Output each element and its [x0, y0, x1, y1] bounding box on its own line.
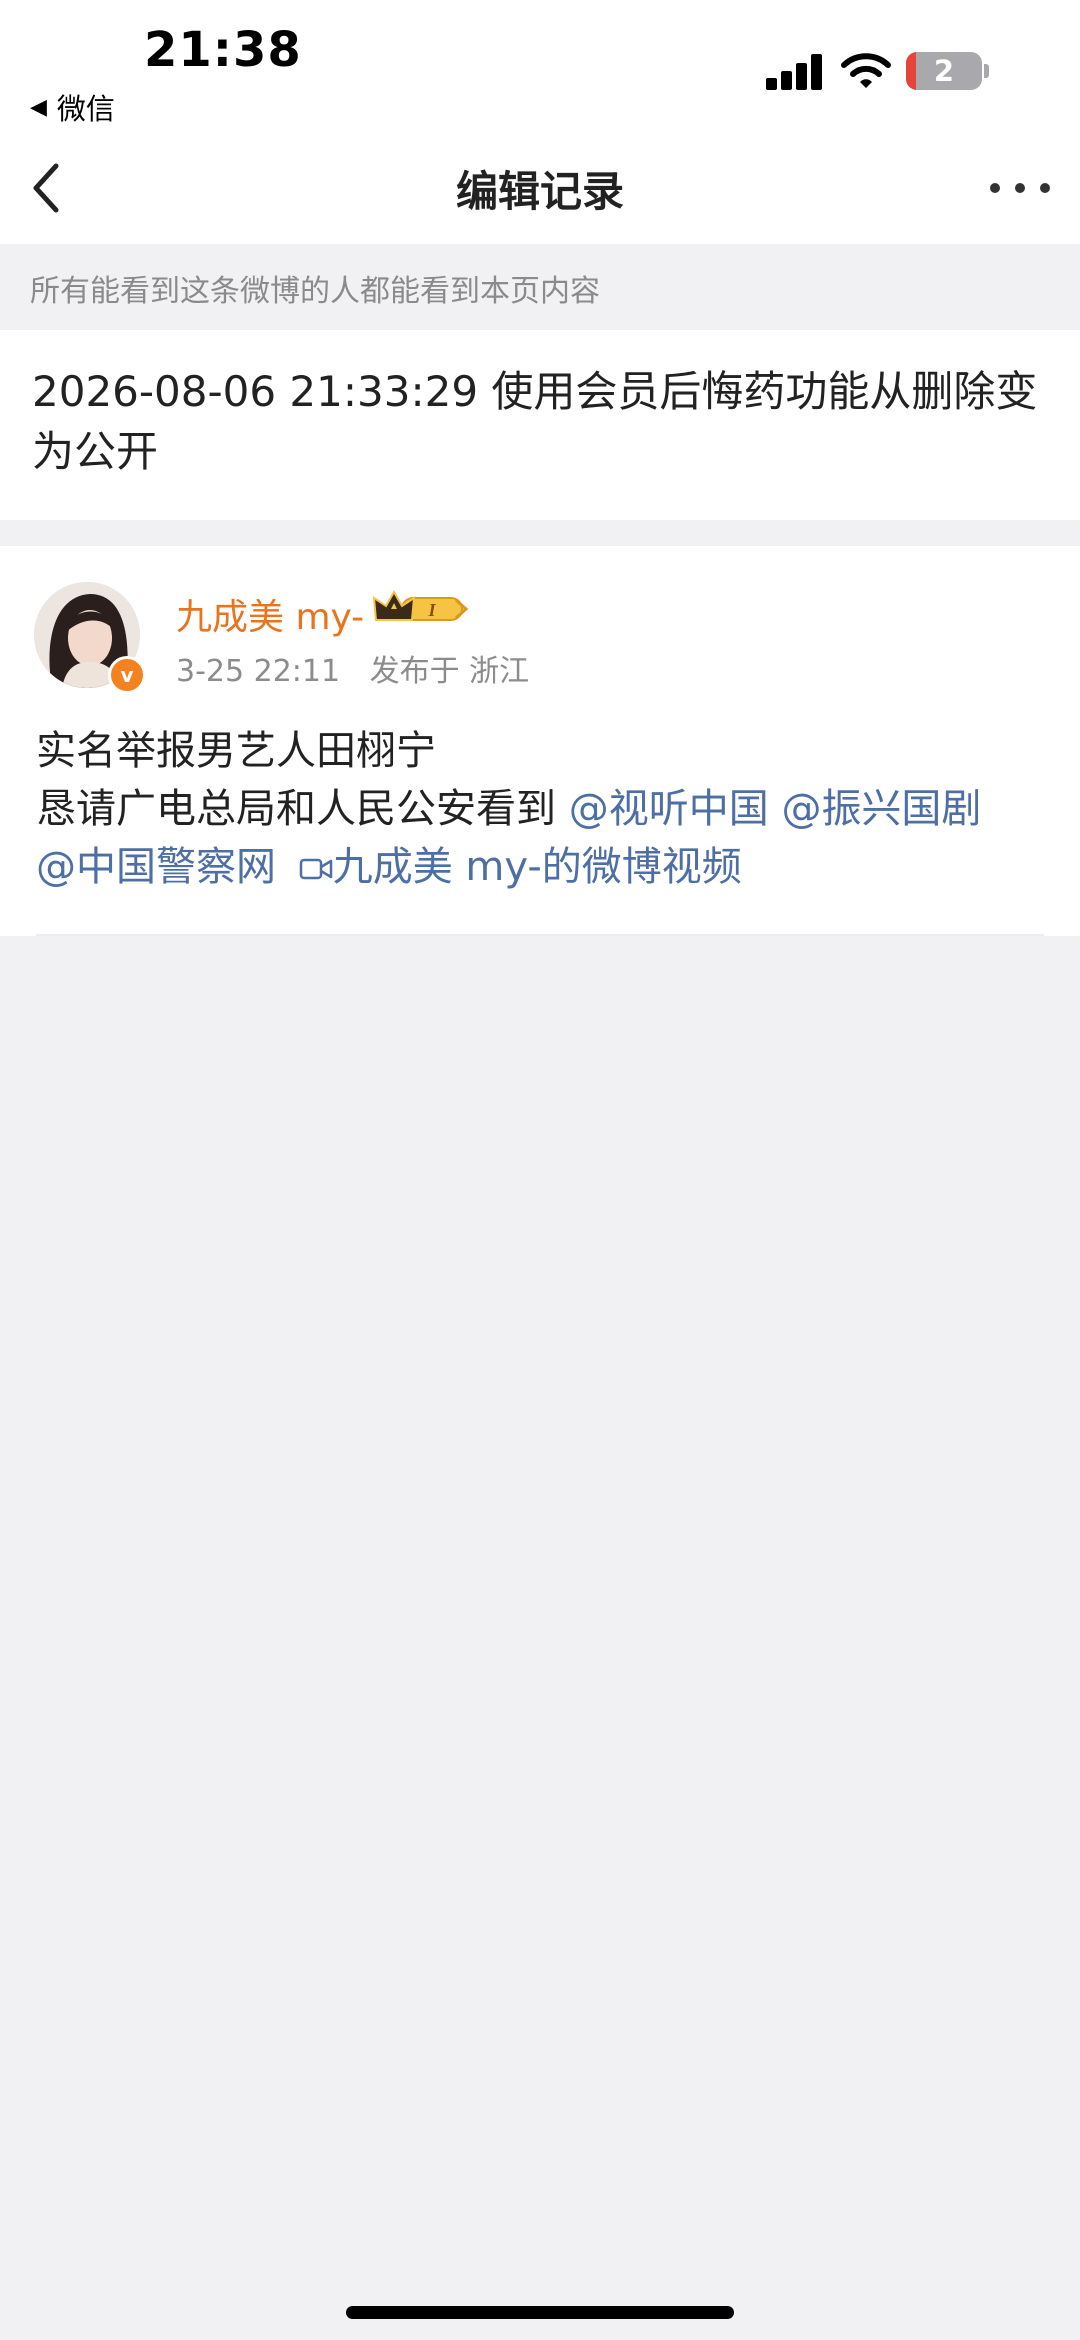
- more-dot-icon: [1015, 183, 1025, 193]
- back-arrow-icon[interactable]: [22, 158, 82, 218]
- weibo-post[interactable]: v 九成美 my- I 3-25 22:11 发布于 浙江 实名举报男艺人田栩宁…: [0, 546, 1080, 936]
- post-username[interactable]: 九成美 my-: [176, 588, 364, 640]
- divider: [36, 934, 1044, 936]
- more-dot-icon: [990, 183, 1000, 193]
- post-line-1: 实名举报男艺人田栩宁: [36, 728, 436, 774]
- back-to-app-link[interactable]: ◀ 微信: [30, 86, 115, 128]
- edit-record-card: 2026-08-06 21:33:29 使用会员后悔药功能从删除变为公开: [0, 330, 1080, 520]
- notice-text: 所有能看到这条微博的人都能看到本页内容: [30, 274, 600, 309]
- wifi-icon: [841, 53, 891, 88]
- battery-level: 2: [933, 54, 955, 88]
- mention-link[interactable]: @中国警察网: [36, 844, 276, 890]
- mention-link[interactable]: @振兴国剧: [781, 786, 981, 832]
- verified-badge-icon: v: [108, 656, 146, 694]
- post-content: 实名举报男艺人田栩宁 恳请广电总局和人民公安看到 @视听中国 @振兴国剧 @中国…: [36, 722, 1056, 896]
- video-link[interactable]: 九成美 my-的微博视频: [333, 844, 742, 890]
- status-bar: 21:38 ◀ 微信 2: [0, 0, 1080, 140]
- post-meta: 3-25 22:11 发布于 浙江: [176, 646, 529, 690]
- vip-crown-icon[interactable]: I: [372, 586, 472, 630]
- page-title: 编辑记录: [455, 167, 624, 216]
- battery-icon: 2: [906, 52, 982, 90]
- visibility-notice: 所有能看到这条微博的人都能看到本页内容: [0, 244, 1080, 328]
- edit-record-text: 2026-08-06 21:33:29 使用会员后悔药功能从删除变为公开: [32, 367, 1038, 476]
- more-dot-icon: [1040, 183, 1050, 193]
- back-triangle-icon: ◀: [30, 94, 47, 120]
- nav-bar: 编辑记录: [0, 140, 1080, 244]
- cellular-signal-icon: [766, 52, 822, 90]
- post-location: 发布于 浙江: [369, 654, 530, 689]
- post-line-2: 恳请广电总局和人民公安看到: [36, 786, 556, 832]
- video-camera-icon: [299, 858, 332, 880]
- status-time: 21:38: [144, 22, 302, 78]
- more-options-button[interactable]: [990, 168, 1050, 208]
- post-time: 3-25 22:11: [176, 654, 341, 689]
- mention-link[interactable]: @视听中国: [569, 786, 769, 832]
- svg-text:I: I: [427, 600, 436, 620]
- back-app-label: 微信: [56, 92, 115, 126]
- battery-cap: [984, 64, 989, 78]
- home-indicator[interactable]: [346, 2306, 734, 2319]
